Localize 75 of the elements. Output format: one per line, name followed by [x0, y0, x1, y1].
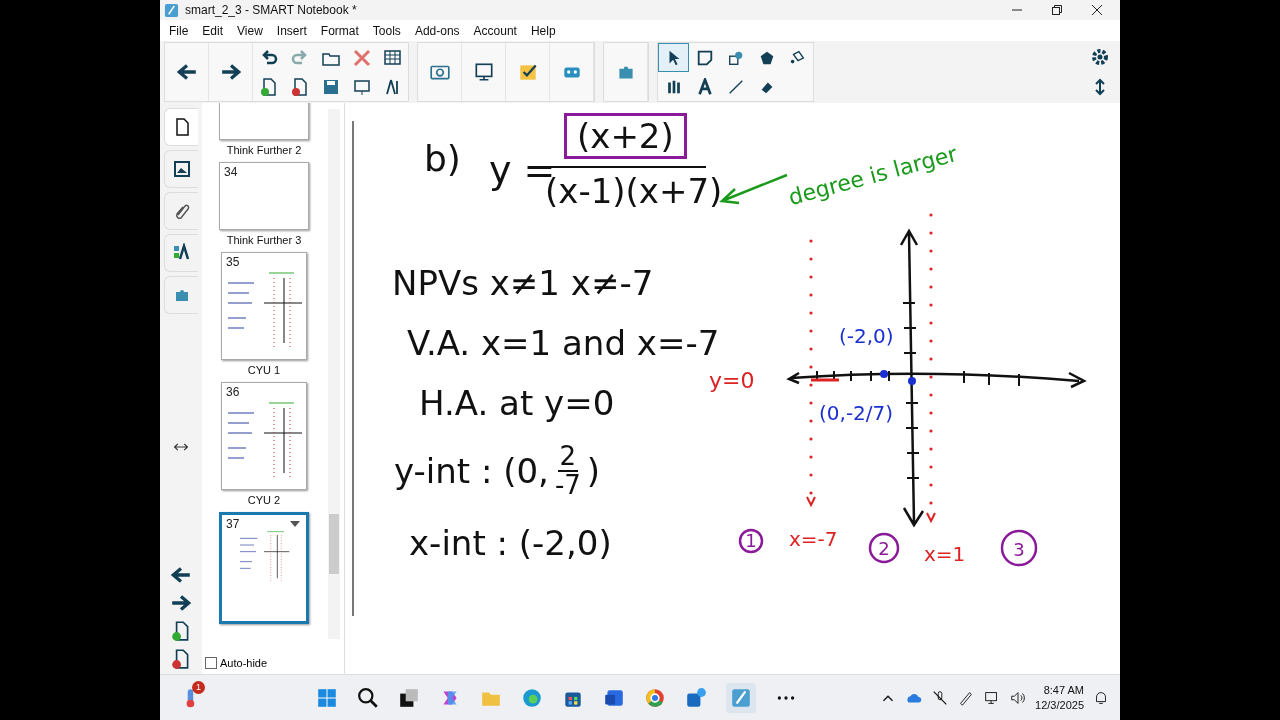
handwritten-label: y=0 — [709, 368, 755, 393]
note-icon — [695, 48, 714, 67]
notification-badge: 1 — [192, 680, 205, 694]
clock[interactable]: 8:47 AM 12/3/2025 — [1035, 683, 1084, 712]
resize-icon[interactable] — [173, 442, 189, 452]
mail-app-icon[interactable] — [685, 686, 707, 709]
menu-item[interactable]: Edit — [195, 23, 231, 38]
page-number: 34 — [224, 165, 238, 179]
menu-item[interactable]: Tools — [365, 23, 408, 38]
table-icon[interactable] — [382, 47, 403, 68]
window-title: smart_2_3 - SMART Notebook * — [185, 3, 357, 17]
page-title: Think Further 3 — [226, 234, 302, 246]
page-thumbnail[interactable] — [219, 103, 309, 140]
menu-item[interactable]: Format — [313, 23, 366, 38]
page-title: CYU 2 — [247, 494, 281, 506]
menu-item[interactable]: Help — [523, 23, 563, 38]
page-thumbnail[interactable]: 36 — [221, 382, 307, 490]
circled-number: 2 — [868, 532, 900, 564]
delete-icon[interactable] — [351, 47, 372, 68]
select-tool[interactable] — [658, 43, 689, 72]
close-icon[interactable] — [1092, 5, 1102, 15]
menu-item[interactable]: View — [230, 23, 270, 38]
page-thumbnail[interactable]: 37 — [219, 512, 309, 624]
handwritten-text: b) — [424, 138, 461, 179]
page-title: Think Further 2 — [226, 144, 302, 156]
circled-number: 1 — [738, 528, 764, 554]
properties-tab[interactable] — [164, 234, 198, 272]
handwritten-numerator: 2 — [557, 443, 579, 473]
attachments-tab[interactable] — [164, 192, 198, 230]
monitor-icon — [472, 61, 495, 83]
start-icon[interactable] — [316, 686, 338, 709]
intercept-point — [880, 370, 888, 378]
handwritten-denominator: -7 — [554, 472, 581, 500]
page-number: 35 — [226, 255, 240, 269]
page-thumbnail[interactable]: 35 — [221, 252, 307, 360]
handwritten-label: x=-7 — [789, 527, 838, 551]
page-number: 37 — [226, 517, 240, 531]
asymptote-approach-line — [811, 378, 839, 382]
menu-item[interactable]: Account — [466, 23, 524, 38]
circled-number: 3 — [1000, 529, 1038, 567]
handwritten-text: y-int : (0, — [394, 451, 549, 492]
scrollbar[interactable] — [328, 109, 340, 639]
handwritten-note: degree is larger — [785, 141, 960, 210]
notebook-app-icon[interactable] — [726, 682, 756, 713]
auto-hide-checkbox[interactable]: Auto-hide — [202, 652, 344, 674]
arrow — [719, 173, 789, 205]
handwritten-label: x=1 — [924, 542, 966, 566]
menu-item[interactable]: File — [162, 23, 196, 38]
page-thumbnail[interactable]: 34 — [219, 162, 309, 230]
handwritten-text: H.A. at y=0 — [419, 383, 615, 423]
page-number: 36 — [226, 385, 240, 399]
add-page-icon[interactable] — [258, 76, 279, 97]
browser-icon[interactable] — [644, 686, 666, 709]
page-menu-icon[interactable] — [290, 521, 300, 527]
handwritten-label: (0,-2/7) — [819, 401, 894, 425]
browser-icon[interactable] — [521, 686, 543, 709]
gallery-icon — [171, 159, 192, 179]
menu-item[interactable]: Add-ons — [407, 23, 467, 38]
handwritten-text: V.A. x=1 and x=-7 — [407, 323, 720, 363]
delete-page-icon[interactable] — [289, 76, 310, 97]
restore-icon[interactable] — [1052, 5, 1062, 15]
handwritten-text: ) — [586, 451, 601, 492]
intercept-point — [908, 377, 916, 385]
handwritten-text: x-int : (-2,0) — [409, 523, 612, 563]
settings-icon[interactable] — [1090, 47, 1110, 67]
search-icon[interactable] — [357, 686, 379, 709]
pages-tab[interactable] — [164, 108, 198, 146]
gallery-tab[interactable] — [164, 150, 198, 188]
handwritten-text: NPVs x≠1 x≠-7 — [392, 263, 654, 303]
page-title: CYU 1 — [247, 364, 281, 376]
text-icon — [695, 77, 714, 96]
handwritten-numerator: (x+2) — [564, 113, 687, 159]
handwritten-label: (-2,0) — [839, 324, 894, 348]
menu-item[interactable]: Insert — [269, 23, 314, 38]
task-view-icon[interactable] — [398, 686, 420, 709]
